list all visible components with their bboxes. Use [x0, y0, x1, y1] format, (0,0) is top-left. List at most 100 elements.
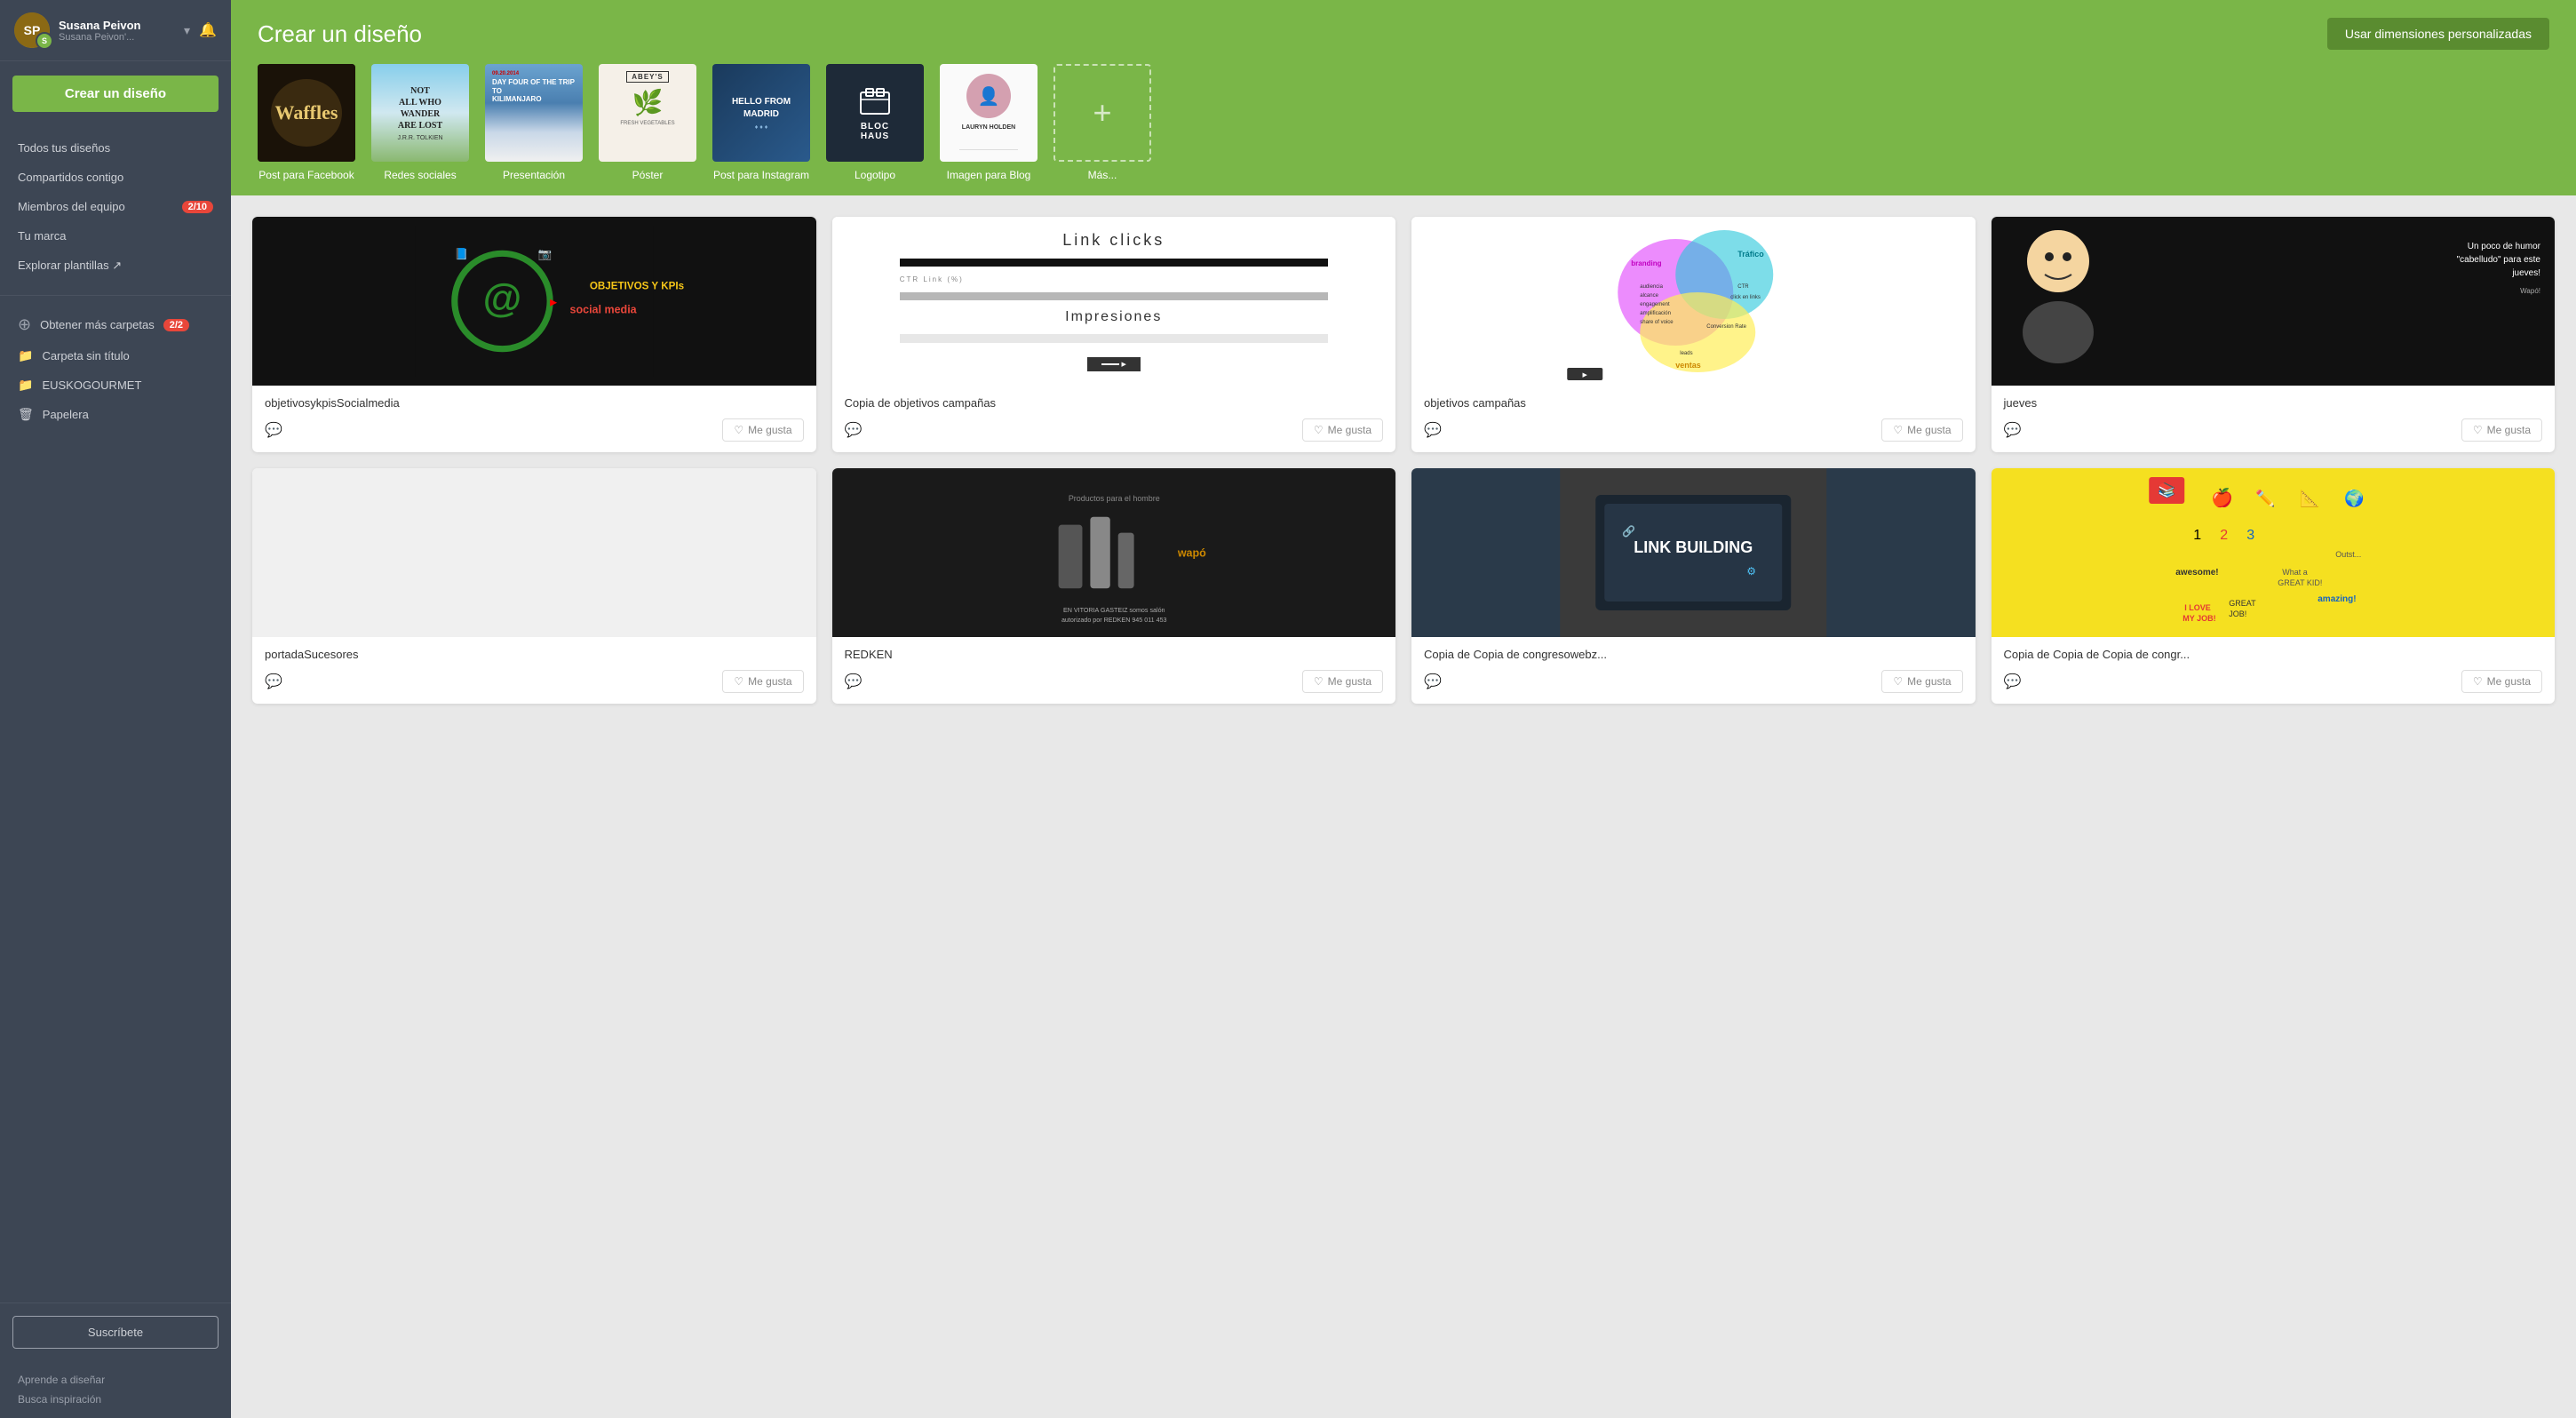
like-button-redken[interactable]: ♡ Me gusta — [1302, 670, 1383, 693]
svg-text:share of voice: share of voice — [1640, 320, 1674, 325]
sidebar-item-shared[interactable]: Compartidos contigo — [0, 163, 231, 192]
thumb-facebook: Waffles — [258, 64, 355, 162]
sidebar-link-inspire[interactable]: Busca inspiración — [18, 1390, 213, 1409]
svg-text:leads: leads — [1680, 351, 1692, 356]
like-button-link-building[interactable]: ♡ Me gusta — [1881, 670, 1962, 693]
svg-text:🍎: 🍎 — [2211, 487, 2233, 508]
subscribe-button[interactable]: Suscríbete — [12, 1316, 219, 1349]
svg-text:GREAT KID!: GREAT KID! — [2278, 578, 2322, 587]
sidebar-item-folder-euskogourmet[interactable]: 📁 EUSKOGOURMET — [0, 370, 231, 400]
comment-icon-congreso[interactable]: 💬 — [2004, 673, 2022, 690]
like-button-portada[interactable]: ♡ Me gusta — [722, 670, 803, 693]
svg-text:Conversion Rate: Conversion Rate — [1706, 324, 1746, 330]
card-actions-venn: 💬 ♡ Me gusta — [1424, 418, 1963, 442]
design-type-blog[interactable]: 👤 LAURYN HOLDEN Imagen para Blog — [940, 64, 1038, 181]
svg-text:EN VITORIA GASTEIZ somos salón: EN VITORIA GASTEIZ somos salón — [1062, 607, 1165, 614]
card-thumb-link-clicks[interactable]: Link clicks CTR Link (%) Impresiones ▶ — [832, 217, 1396, 386]
comment-icon-portada[interactable]: 💬 — [265, 673, 282, 690]
svg-text:wapó: wapó — [1176, 546, 1205, 559]
thumb-mas: + — [1053, 64, 1151, 162]
card-thumb-venn[interactable]: branding Tráfico ventas audiencia alcanc… — [1411, 217, 1976, 386]
design-type-redes[interactable]: NOTALL WHOWANDERARE LOST J.R.R. TOLKIEN … — [371, 64, 469, 181]
custom-size-button[interactable]: Usar dimensiones personalizadas — [2327, 18, 2549, 50]
comment-icon-link-clicks[interactable]: 💬 — [845, 421, 863, 439]
svg-text:LINK BUILDING: LINK BUILDING — [1634, 538, 1753, 556]
sidebar-item-all-designs[interactable]: Todos tus diseños — [0, 133, 231, 163]
design-card-link-building: LINK BUILDING 🔗 ⚙ Copia de Copia de cong… — [1411, 468, 1976, 704]
sidebar-item-trash[interactable]: 🗑 Papelera — [0, 400, 231, 429]
svg-text:📘: 📘 — [455, 248, 469, 260]
sidebar-bottom: Suscríbete — [0, 1302, 231, 1361]
svg-text:amazing!: amazing! — [2318, 594, 2356, 604]
sidebar: SP S Susana Peivon Susana Peivon'... ▾ 🔔… — [0, 0, 231, 1418]
svg-text:awesome!: awesome! — [2175, 568, 2218, 578]
thumb-logotipo: BLOCHAUS — [826, 64, 924, 162]
svg-text:amplificación: amplificación — [1640, 311, 1671, 316]
card-actions-link-building: 💬 ♡ Me gusta — [1424, 670, 1963, 693]
design-type-label-mas: Más... — [1088, 169, 1117, 181]
comment-icon-venn[interactable]: 💬 — [1424, 421, 1442, 439]
card-thumb-congreso[interactable]: 📚 🍎 ✏️ 📐 🌍 1 2 3 awesome! What a GREAT K… — [1992, 468, 2556, 637]
like-button-venn[interactable]: ♡ Me gusta — [1881, 418, 1962, 442]
design-card-jueves: Un poco de humor"cabelludo" para estejue… — [1992, 217, 2556, 452]
heart-icon-link-clicks: ♡ — [1314, 424, 1324, 436]
sidebar-divider-1 — [0, 295, 231, 296]
like-button-jueves[interactable]: ♡ Me gusta — [2461, 418, 2542, 442]
design-type-label-instagram: Post para Instagram — [713, 169, 809, 181]
card-thumb-jueves[interactable]: Un poco de humor"cabelludo" para estejue… — [1992, 217, 2556, 386]
svg-text:alcance: alcance — [1640, 293, 1658, 299]
design-card-link-clicks: Link clicks CTR Link (%) Impresiones ▶ C… — [832, 217, 1396, 452]
folder-icon-2: 📁 — [18, 378, 33, 393]
design-type-label-poster: Póster — [632, 169, 664, 181]
sidebar-item-add-folders[interactable]: ⊕ Obtener más carpetas 2/2 — [0, 308, 231, 341]
card-thumb-redken[interactable]: Productos para el hombre EN VITORIA GAST… — [832, 468, 1396, 637]
heart-icon-congreso: ♡ — [2473, 675, 2483, 688]
design-header: Crear un diseño Usar dimensiones persona… — [231, 0, 2576, 195]
comment-icon-jueves[interactable]: 💬 — [2004, 421, 2022, 439]
like-button-congreso[interactable]: ♡ Me gusta — [2461, 670, 2542, 693]
comment-icon-link-building[interactable]: 💬 — [1424, 673, 1442, 690]
svg-text:I LOVE: I LOVE — [2184, 603, 2211, 612]
like-button-link-clicks[interactable]: ♡ Me gusta — [1302, 418, 1383, 442]
dropdown-icon[interactable]: ▾ — [184, 23, 190, 38]
svg-text:Tráfico: Tráfico — [1737, 250, 1764, 259]
design-card-portada: portadaSucesores 💬 ♡ Me gusta — [252, 468, 816, 704]
card-actions-congreso: 💬 ♡ Me gusta — [2004, 670, 2543, 693]
card-info-objetivos: objetivosykpisSocialmedia 💬 ♡ Me gusta — [252, 386, 816, 452]
sidebar-link-learn[interactable]: Aprende a diseñar — [18, 1370, 213, 1390]
card-info-link-clicks: Copia de objetivos campañas 💬 ♡ Me gusta — [832, 386, 1396, 452]
card-actions-jueves: 💬 ♡ Me gusta — [2004, 418, 2543, 442]
svg-text:📷: 📷 — [538, 248, 553, 260]
avatar-small: S — [36, 32, 53, 50]
design-type-mas[interactable]: + Más... — [1053, 64, 1151, 181]
create-design-button[interactable]: Crear un diseño — [12, 76, 219, 112]
card-actions-redken: 💬 ♡ Me gusta — [845, 670, 1384, 693]
svg-text:social media: social media — [570, 303, 638, 315]
folders-badge: 2/2 — [163, 319, 189, 331]
card-info-portada: portadaSucesores 💬 ♡ Me gusta — [252, 637, 816, 704]
design-type-logotipo[interactable]: BLOCHAUS Logotipo — [826, 64, 924, 181]
sidebar-item-brand[interactable]: Tu marca — [0, 221, 231, 251]
comment-icon-objetivos[interactable]: 💬 — [265, 421, 282, 439]
bell-icon[interactable]: 🔔 — [199, 21, 217, 39]
avatar[interactable]: SP S — [14, 12, 50, 48]
sidebar-folders: ⊕ Obtener más carpetas 2/2 📁 Carpeta sin… — [0, 303, 231, 434]
design-type-instagram[interactable]: HELLO FROMMADRID ♦ ♦ ♦ Post para Instagr… — [712, 64, 810, 181]
sidebar-item-folder-untitled[interactable]: 📁 Carpeta sin título — [0, 341, 231, 370]
sidebar-links: Aprende a diseñar Busca inspiración — [0, 1361, 231, 1418]
svg-text:audiencia: audiencia — [1640, 284, 1663, 290]
svg-text:3: 3 — [2246, 528, 2254, 543]
svg-text:Productos para el hombre: Productos para el hombre — [1068, 494, 1159, 503]
card-thumb-portada[interactable] — [252, 468, 816, 637]
card-thumb-link-building[interactable]: LINK BUILDING 🔗 ⚙ — [1411, 468, 1976, 637]
design-type-poster[interactable]: ABEY'S 🌿 FRESH VEGETABLES Póster — [599, 64, 696, 181]
card-thumb-objetivos[interactable]: @ 📘 📷 ▶ OBJETIVOS Y KPIs social media — [252, 217, 816, 386]
design-type-facebook[interactable]: Waffles Post para Facebook — [258, 64, 355, 181]
sidebar-item-templates[interactable]: Explorar plantillas ↗ — [0, 251, 231, 281]
design-type-presentacion[interactable]: 09.20.2014 DAY FOUR OF THE TRIP TOKILIMA… — [485, 64, 583, 181]
svg-text:ventas: ventas — [1675, 361, 1701, 370]
comment-icon-redken[interactable]: 💬 — [845, 673, 863, 690]
like-button-objetivos[interactable]: ♡ Me gusta — [722, 418, 803, 442]
sidebar-item-team[interactable]: Miembros del equipo 2/10 — [0, 192, 231, 221]
card-actions-link-clicks: 💬 ♡ Me gusta — [845, 418, 1384, 442]
